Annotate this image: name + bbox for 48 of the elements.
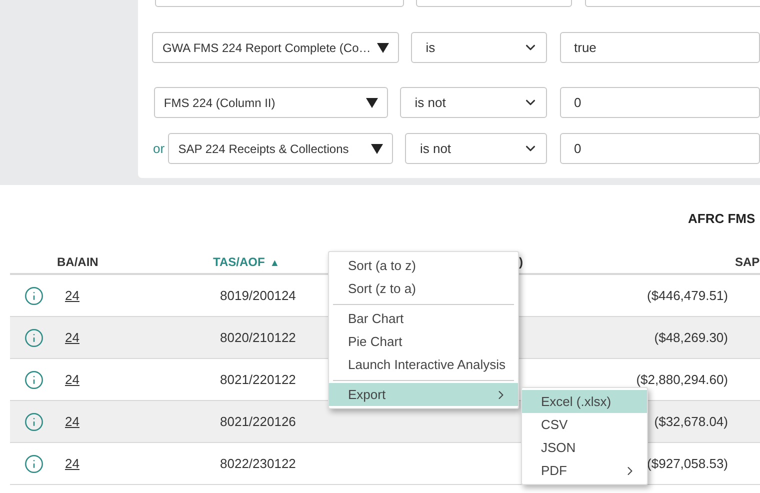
column-header[interactable]: BA/AIN (57, 255, 98, 269)
ba-ain-link[interactable]: 24 (57, 456, 80, 470)
menu-item[interactable]: Launch Interactive Analysis (329, 353, 518, 376)
caret-icon (366, 98, 378, 108)
table-cell-text: 8019/200124 (219, 286, 296, 305)
caret-icon (370, 144, 383, 154)
table-cell: ($2,880,294.60) (636, 372, 728, 386)
value-field[interactable]: true (560, 32, 760, 63)
table-cell: ($927,058.53) (647, 456, 728, 470)
info-icon[interactable] (24, 370, 44, 390)
menu-item[interactable]: Bar Chart (329, 307, 518, 330)
operator-select[interactable]: is (410, 32, 547, 63)
value-field[interactable]: 0 (560, 133, 760, 164)
field-select[interactable]: GWA FMS 224 Report Complete (Co… (152, 32, 399, 63)
ba-ain-link[interactable]: 24 (57, 288, 80, 302)
table-cell-text: 8020/210122 (219, 328, 296, 347)
operator-select[interactable]: is not (404, 133, 547, 164)
caret-icon (376, 42, 389, 52)
table-cell: ($32,678.04) (654, 414, 728, 428)
connector-label: or (152, 140, 166, 158)
table-cell: ($48,269.30) (654, 330, 728, 344)
field-select[interactable]: SAP 224 Receipts & Collections (168, 133, 393, 164)
info-icon[interactable] (24, 286, 44, 306)
column-header[interactable]: ) (519, 255, 523, 269)
menu-item[interactable]: JSON (522, 436, 647, 459)
menu-item[interactable]: PDF (522, 459, 647, 482)
group-header: AFRC FMS (688, 210, 756, 228)
column-header[interactable]: TAS/AOF ▲ (213, 255, 280, 269)
field-select[interactable]: FMS 224 (Column II) (154, 87, 388, 118)
ba-ain-link[interactable]: 24 (57, 372, 80, 386)
table-cell-text: 8021/220126 (219, 412, 296, 431)
menu-item[interactable]: Sort (a to z) (329, 254, 518, 277)
operator-select[interactable]: is not (400, 87, 547, 118)
info-icon[interactable] (24, 328, 44, 348)
info-icon[interactable] (24, 454, 44, 474)
ba-ain-link[interactable]: 24 (57, 414, 80, 428)
menu-item[interactable]: CSV (522, 413, 647, 436)
menu-item[interactable]: Export (329, 383, 518, 406)
table-cell-text: 8021/220122 (219, 370, 296, 389)
table-cell-text: 8022/230122 (219, 454, 296, 473)
ba-ain-link[interactable]: 24 (57, 330, 80, 344)
info-icon[interactable] (24, 412, 44, 432)
table-cell: ($446,479.51) (647, 288, 728, 302)
value-field[interactable]: 0 (560, 87, 760, 118)
menu-item[interactable]: Pie Chart (329, 330, 518, 353)
column-header[interactable]: SAP (735, 255, 760, 269)
menu-item[interactable]: Excel (.xlsx) (522, 390, 647, 413)
menu-item[interactable]: Sort (z to a) (329, 277, 518, 300)
